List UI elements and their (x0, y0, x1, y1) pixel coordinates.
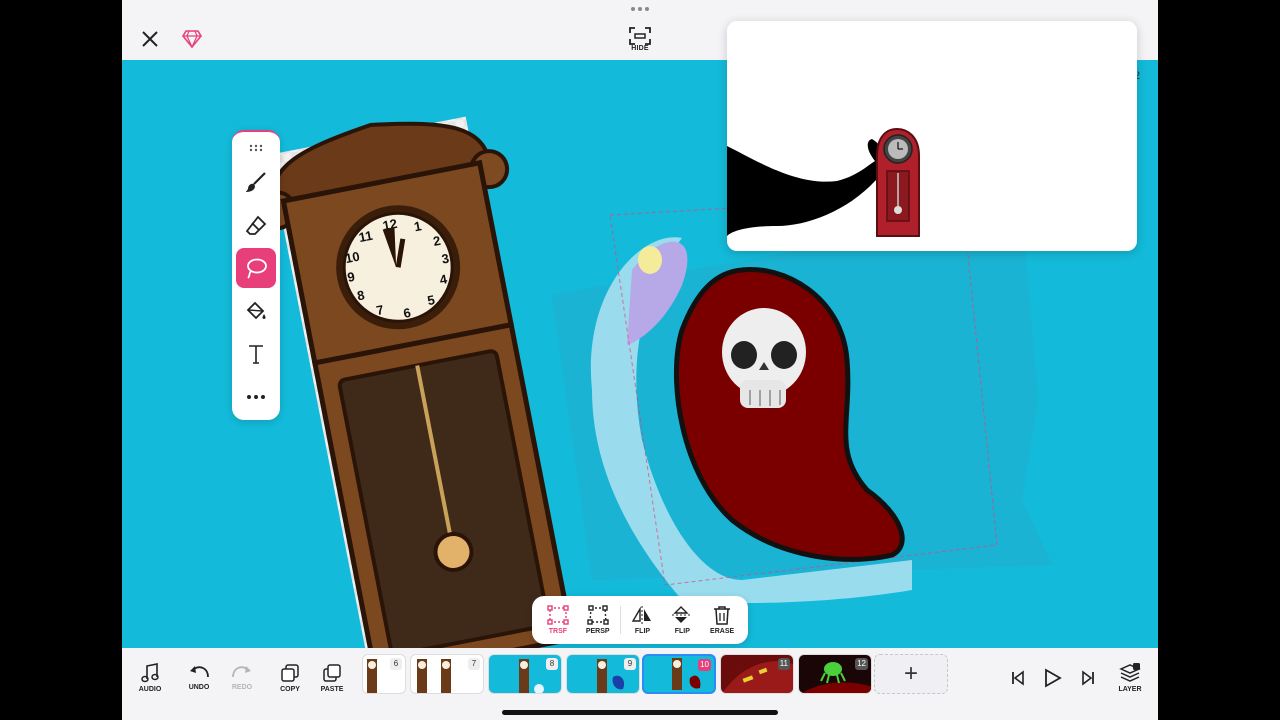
eraser-icon (245, 215, 267, 235)
audio-button[interactable]: AUDIO (130, 658, 170, 698)
play-button[interactable] (1032, 658, 1072, 698)
flip-horizontal-icon (632, 606, 652, 624)
selection-toolbar: TRSF PERSP FLIP FLIP ERASE (532, 596, 748, 644)
gem-icon (182, 30, 202, 48)
redo-label: REDO (231, 684, 253, 691)
flip-vertical-button[interactable]: FLIP (662, 598, 702, 642)
add-frame-button[interactable]: + (874, 654, 948, 694)
frame-number: 11 (777, 658, 790, 670)
paste-label: PASTE (320, 686, 344, 693)
layer-label: LAYER (1118, 686, 1142, 693)
brush-tool[interactable] (236, 162, 276, 202)
skip-forward-icon (1082, 670, 1094, 686)
palette-drag-handle[interactable] (236, 138, 276, 158)
flip-horizontal-label: FLIP (634, 628, 651, 635)
transform-icon (547, 605, 569, 625)
more-icon (247, 395, 265, 399)
copy-icon (281, 664, 299, 682)
timeline-frame[interactable]: 11 (720, 654, 794, 694)
close-button[interactable] (138, 27, 162, 51)
timeline-frame[interactable]: 6 (362, 654, 406, 694)
grandfather-clock-sticker: 12 12 345 678 91011 (257, 116, 576, 648)
copy-button[interactable]: COPY (270, 658, 310, 698)
premium-gem-button[interactable] (180, 27, 204, 51)
frame-number: 10 (698, 659, 711, 671)
play-icon (1045, 668, 1062, 688)
flip-vertical-icon (672, 606, 693, 623)
erase-selection-button[interactable]: ERASE (702, 598, 742, 642)
fill-tool[interactable] (236, 291, 276, 331)
layer-button[interactable]: LAYER (1110, 658, 1150, 698)
text-tool[interactable] (236, 334, 276, 374)
timeline-frame[interactable]: 7 (410, 654, 484, 694)
hide-label: HIDE (631, 44, 649, 52)
animation-preview-window[interactable] (727, 21, 1137, 251)
animation-app: 12 1 2 345 678 9 10 11 HIDE 2 TRSF PERSP… (122, 0, 1158, 720)
timeline-frame[interactable]: 12 (798, 654, 872, 694)
hide-ui-button[interactable]: HIDE (620, 22, 660, 56)
home-indicator (502, 710, 778, 715)
audio-label: AUDIO (138, 686, 162, 693)
paint-bucket-icon (246, 301, 266, 320)
timeline-frame[interactable]: 9 (566, 654, 640, 694)
hide-frame-icon (629, 26, 651, 45)
trash-icon (714, 606, 731, 625)
preview-artwork (727, 127, 920, 237)
undo-button[interactable]: UNDO (179, 658, 219, 698)
frame-number: 12 (855, 658, 868, 670)
svg-text:11: 11 (357, 228, 373, 245)
toolbar-divider (619, 606, 621, 634)
more-tools-button[interactable] (236, 377, 276, 417)
panel-drag-handle[interactable] (626, 4, 654, 14)
grip-icon (249, 144, 263, 152)
paste-icon (323, 664, 341, 682)
paste-button[interactable]: PASTE (312, 658, 352, 698)
timeline-frame[interactable]: 8 (488, 654, 562, 694)
text-icon (249, 345, 263, 364)
svg-text:10: 10 (344, 249, 361, 266)
transform-button[interactable]: TRSF (538, 598, 578, 642)
preview-clock (876, 127, 920, 237)
frame-number: 7 (468, 658, 480, 670)
close-icon (142, 31, 158, 47)
music-note-icon (141, 663, 159, 683)
perspective-icon (587, 605, 609, 625)
copy-label: COPY (280, 686, 300, 693)
transform-label: TRSF (548, 628, 568, 635)
lasso-icon (247, 258, 267, 279)
layers-icon (1119, 663, 1141, 682)
dots-icon (631, 7, 649, 11)
next-frame-button[interactable] (1068, 658, 1108, 698)
erase-label: ERASE (710, 628, 735, 635)
frame-number: 6 (390, 658, 402, 670)
undo-icon (190, 666, 209, 678)
skip-back-icon (1012, 670, 1024, 686)
brush-icon (246, 172, 266, 192)
timeline-frame-selected[interactable]: 10 (642, 654, 716, 694)
frame-number: 9 (624, 658, 636, 670)
flip-vertical-label: FLIP (674, 628, 690, 635)
tool-palette (232, 130, 280, 420)
frame-number: 8 (546, 658, 558, 670)
flip-horizontal-button[interactable]: FLIP (623, 598, 663, 642)
perspective-label: PERSP (585, 628, 610, 635)
lasso-tool[interactable] (236, 248, 276, 288)
undo-label: UNDO (188, 684, 210, 691)
perspective-button[interactable]: PERSP (578, 598, 618, 642)
redo-button[interactable]: REDO (222, 658, 262, 698)
eraser-tool[interactable] (236, 205, 276, 245)
redo-icon (232, 666, 251, 678)
